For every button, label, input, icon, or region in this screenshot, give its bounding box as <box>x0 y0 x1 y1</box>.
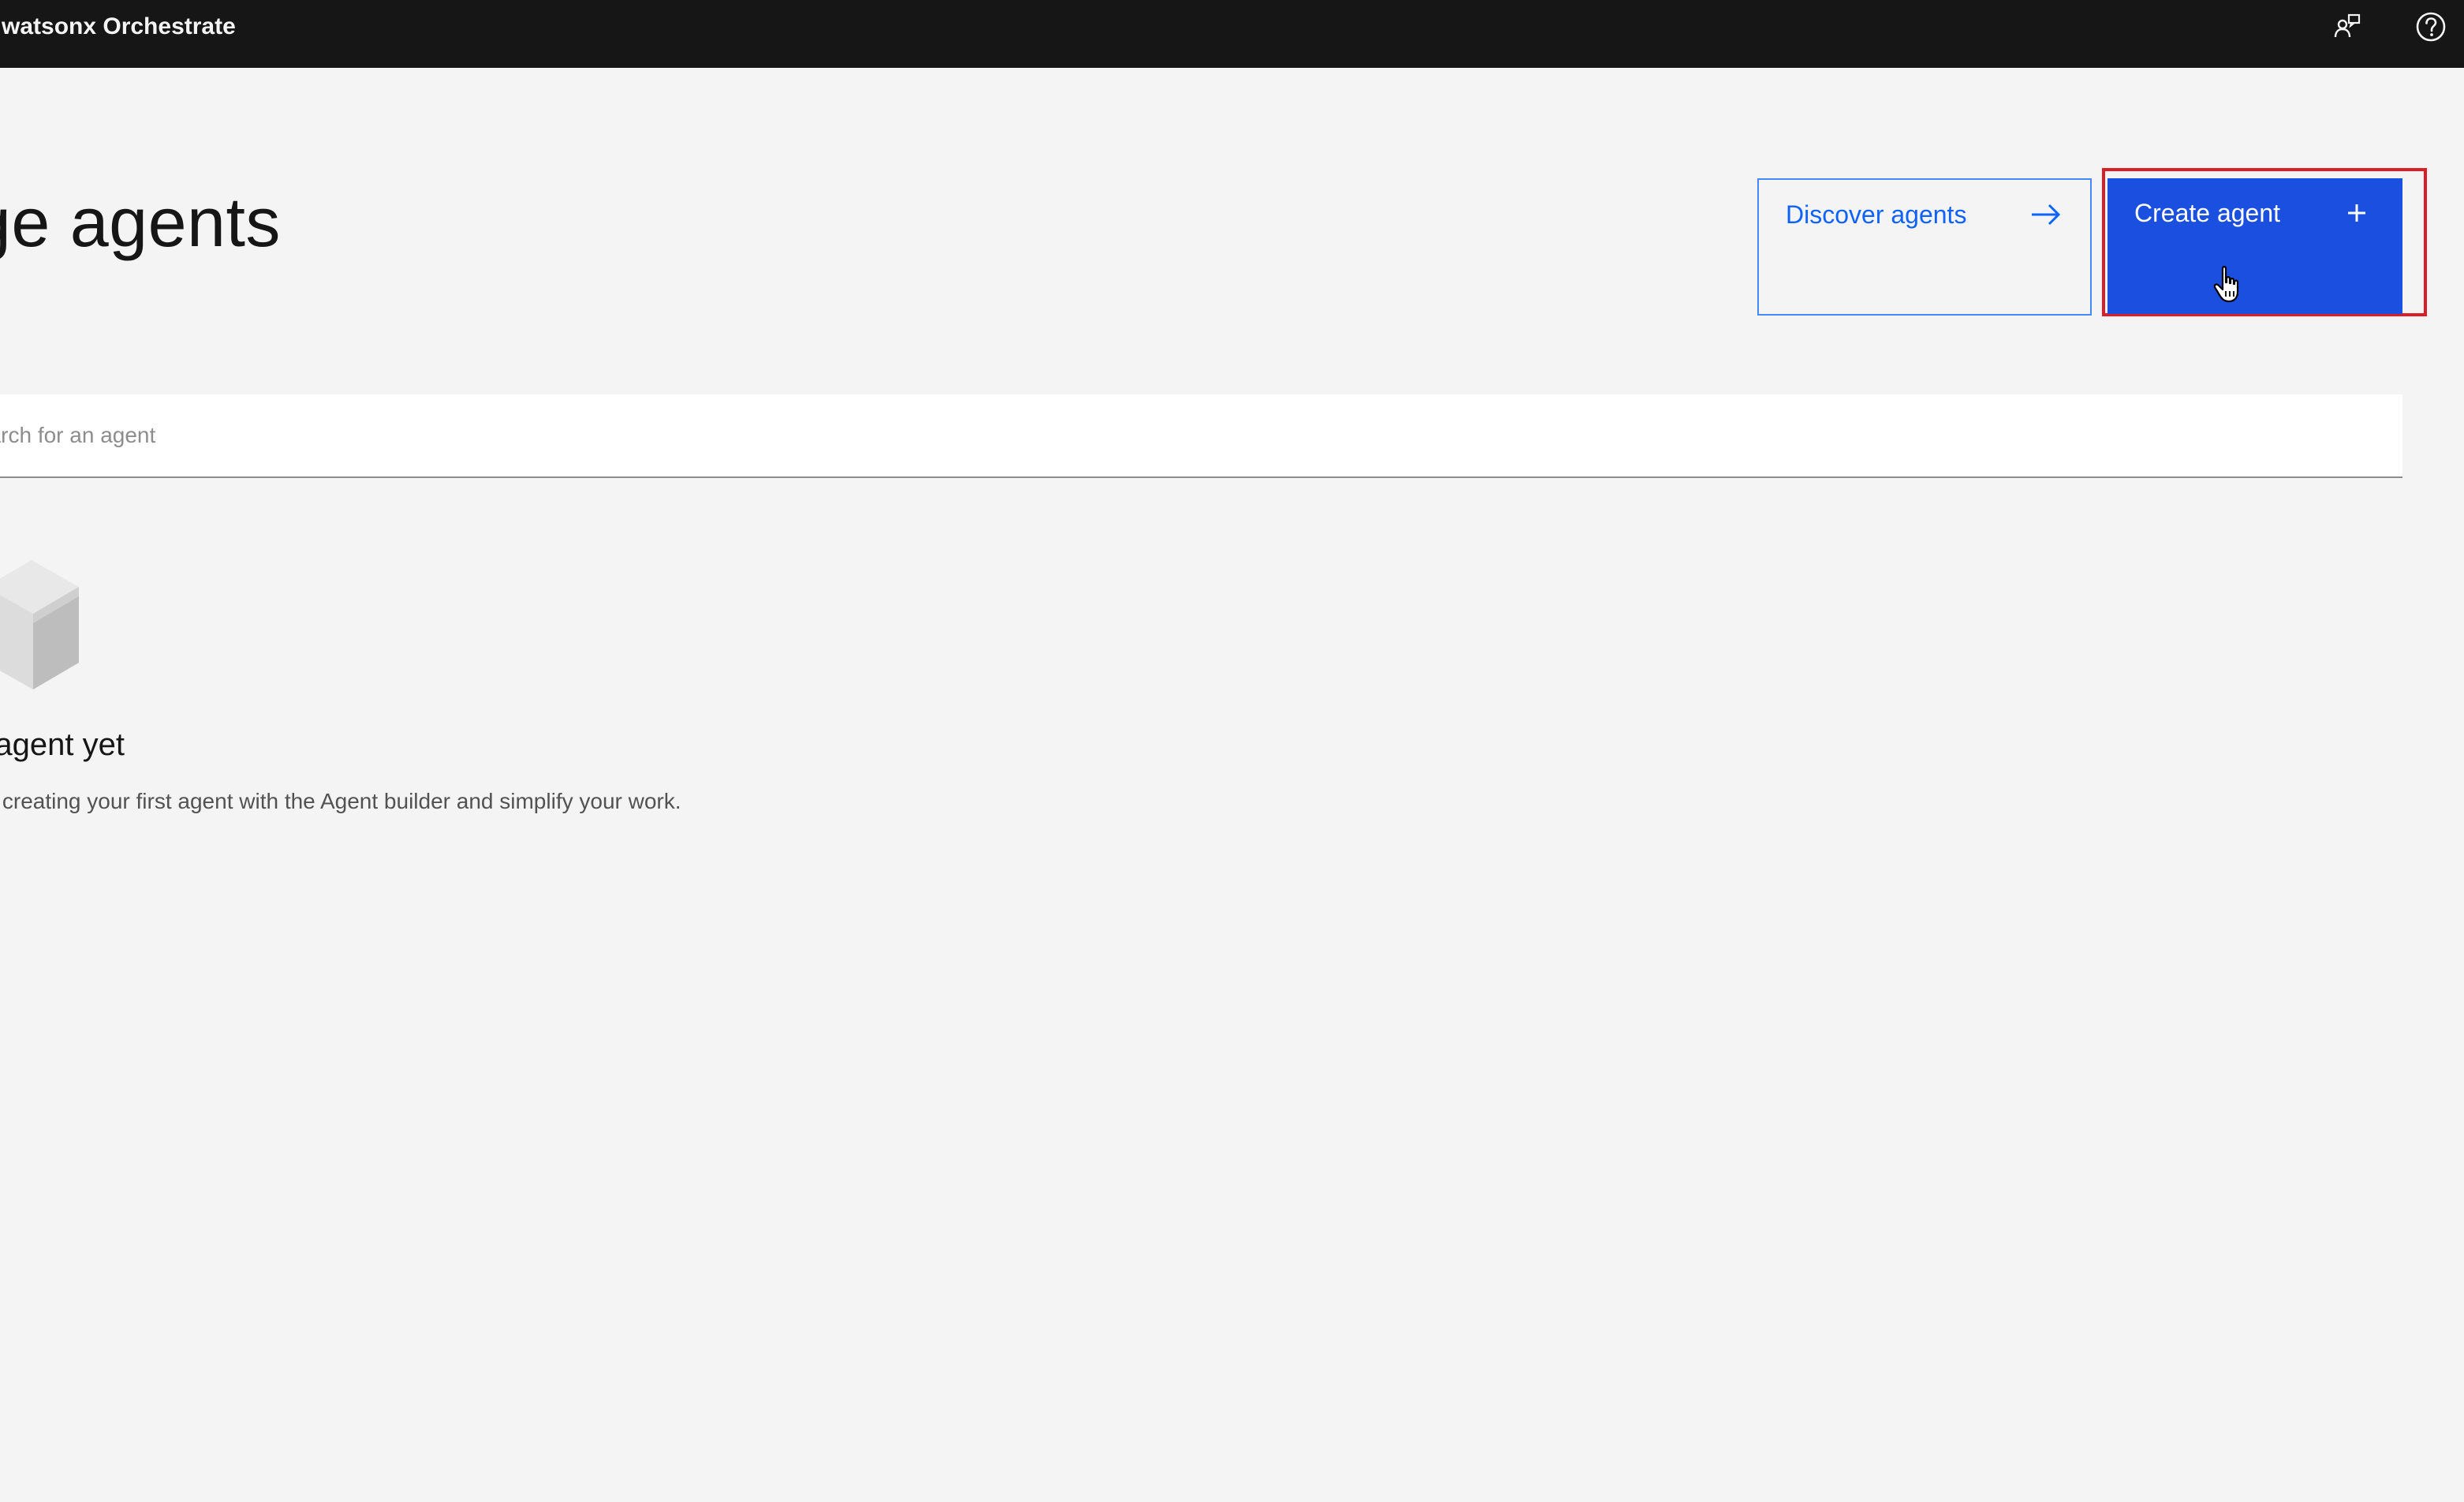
top-header: watsonx Orchestrate <box>0 0 2464 68</box>
help-icon <box>2416 12 2446 42</box>
user-feedback-icon <box>2334 13 2361 38</box>
discover-agents-label: Discover agents <box>1786 200 1967 229</box>
search-field[interactable] <box>0 394 2402 478</box>
create-agent-label: Create agent <box>2134 199 2281 227</box>
create-agent-button[interactable]: Create agent <box>2107 178 2402 314</box>
cube-icon <box>0 555 82 698</box>
app-title[interactable]: watsonx Orchestrate <box>2 0 236 54</box>
user-feedback-button[interactable] <box>2324 6 2371 47</box>
page-title: nage agents <box>0 183 281 261</box>
arrow-right-icon <box>2029 199 2063 234</box>
search-input[interactable] <box>0 394 2379 476</box>
empty-state-description: rt creating your first agent with the Ag… <box>0 789 681 813</box>
help-button[interactable] <box>2407 6 2455 47</box>
plus-icon <box>2341 197 2373 233</box>
discover-agents-button[interactable]: Discover agents <box>1757 178 2092 316</box>
empty-state-title: o agent yet <box>0 727 125 762</box>
